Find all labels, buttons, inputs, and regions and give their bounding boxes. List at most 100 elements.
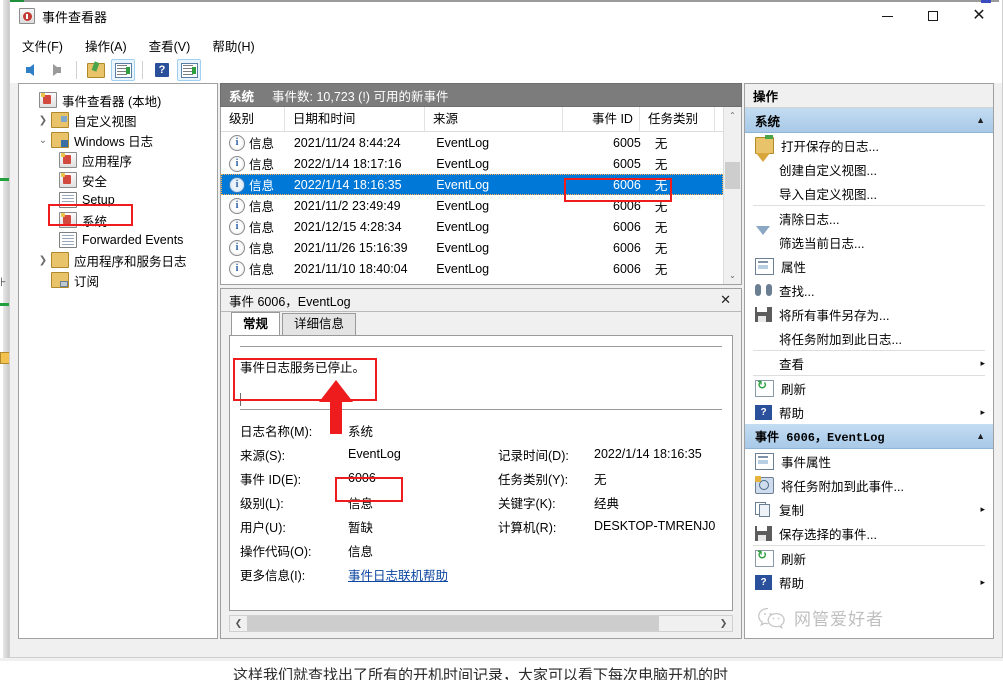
action-find[interactable]: 查找...	[745, 278, 993, 302]
tree-subscriptions[interactable]: 订阅	[19, 270, 217, 290]
cell-task: 无	[647, 196, 723, 215]
chevron-right-icon[interactable]: ❯	[35, 115, 51, 126]
action-label: 保存选择的事件...	[779, 524, 985, 543]
event-list-column-headers: 级别 日期和时间 来源 ⌃ 事件 ID 任务类别	[221, 107, 723, 132]
tree-forwarded-events[interactable]: Forwarded Events	[19, 230, 217, 250]
cell-event-id: 6005	[569, 157, 647, 171]
scroll-down-button[interactable]: ⌄	[724, 267, 741, 284]
tab-general[interactable]: 常规	[231, 312, 280, 335]
chevron-down-icon[interactable]: ⌄	[35, 135, 51, 146]
sort-ascending-icon: ⌃	[597, 107, 605, 130]
actions-group-event-header[interactable]: 事件 6006，EventLog ▲	[745, 424, 993, 449]
hscrollbar-thumb[interactable]	[247, 616, 659, 631]
submenu-arrow-icon: ▸	[980, 504, 985, 515]
action-label: 帮助	[779, 403, 980, 422]
scroll-left-button[interactable]: ❮	[230, 616, 247, 631]
cell-datetime: 2021/12/15 4:28:34	[286, 220, 428, 234]
forward-button[interactable]	[45, 59, 69, 81]
event-list-scrollbar[interactable]: ⌃ ⌄	[723, 107, 741, 284]
action-import-custom-view[interactable]: 导入自定义视图...	[745, 181, 993, 205]
show-hide-actions-button[interactable]	[177, 59, 201, 81]
table-row[interactable]: i信息 2022/1/14 18:17:16 EventLog 6005 无	[221, 153, 723, 174]
action-help-log[interactable]: ? 帮助 ▸	[745, 400, 993, 424]
scroll-right-button[interactable]: ❯	[715, 616, 732, 631]
table-row-selected[interactable]: i信息 2022/1/14 18:16:35 EventLog 6006 无	[221, 174, 723, 195]
action-copy[interactable]: 复制 ▸	[745, 497, 993, 521]
action-open-saved-log[interactable]: 打开保存的日志...	[745, 133, 993, 157]
menu-action[interactable]: 操作(A)	[85, 34, 138, 57]
tree-security-log[interactable]: 安全	[19, 170, 217, 190]
action-create-custom-view[interactable]: 创建自定义视图...	[745, 157, 993, 181]
column-header-task-category[interactable]: 任务类别	[640, 107, 715, 131]
properties-icon	[755, 453, 774, 470]
action-label: 查看	[779, 354, 980, 373]
action-refresh-event[interactable]: 刷新	[745, 546, 993, 570]
table-row[interactable]: i信息 2021/11/10 18:40:04 EventLog 6006 无	[221, 258, 723, 279]
field-value-logged: 2022/1/14 18:16:35	[594, 447, 722, 461]
action-help-event[interactable]: ? 帮助 ▸	[745, 570, 993, 594]
actions-title: 操作	[745, 84, 993, 108]
page-caption: 这样我们就查找出了所有的开机时间记录，大家可以看下每次电脑开机的时	[233, 664, 728, 680]
detail-horizontal-scrollbar[interactable]: ❮ ❯	[229, 615, 733, 632]
detail-close-icon[interactable]: ✕	[716, 292, 735, 308]
action-clear-log[interactable]: 清除日志...	[745, 206, 993, 230]
panel-left-icon	[115, 63, 132, 78]
column-header-filler	[715, 107, 723, 131]
scrollbar-thumb[interactable]	[725, 162, 740, 189]
find-icon	[755, 284, 772, 299]
event-log-online-help-link[interactable]: 事件日志联机帮助	[348, 565, 498, 584]
action-attach-task-to-event[interactable]: 将任务附加到此事件...	[745, 473, 993, 497]
action-view[interactable]: 查看 ▸	[745, 351, 993, 375]
submenu-arrow-icon: ▸	[980, 407, 985, 418]
tree-custom-views[interactable]: ❯ 自定义视图	[19, 110, 217, 130]
page-caption-area: 这样我们就查找出了所有的开机时间记录，大家可以看下每次电脑开机的时	[0, 658, 1003, 680]
cell-source: EventLog	[428, 241, 569, 255]
action-save-selected-events[interactable]: 保存选择的事件...	[745, 521, 993, 545]
action-filter-current-log[interactable]: 筛选当前日志...	[745, 230, 993, 254]
field-value-opcode: 信息	[348, 541, 498, 560]
console-tree-pane: 事件查看器 (本地) ❯ 自定义视图 ⌄ Windows 日志 应用程序	[18, 83, 218, 639]
titlebar: 事件查看器 ✕	[10, 0, 1002, 33]
tree-system-log[interactable]: 系统	[19, 210, 217, 230]
minimize-button[interactable]	[864, 0, 910, 32]
action-properties[interactable]: 属性	[745, 254, 993, 278]
column-header-datetime[interactable]: 日期和时间	[285, 107, 425, 131]
windows-logs-folder-icon	[51, 132, 69, 148]
collapse-up-icon[interactable]: ▲	[976, 431, 985, 441]
table-row[interactable]: i信息 2021/12/15 4:28:34 EventLog 6006 无	[221, 216, 723, 237]
help-button[interactable]: ?	[150, 59, 174, 81]
open-folder-button[interactable]	[84, 59, 108, 81]
tree-setup-log[interactable]: Setup	[19, 190, 217, 210]
menu-file[interactable]: 文件(F)	[22, 34, 74, 57]
action-attach-task-to-log[interactable]: 将任务附加到此日志...	[745, 326, 993, 350]
hscrollbar-track[interactable]	[247, 616, 715, 631]
table-row[interactable]: i信息 2021/11/26 15:16:39 EventLog 6006 无	[221, 237, 723, 258]
show-hide-tree-button[interactable]	[111, 59, 135, 81]
maximize-button[interactable]	[910, 0, 956, 32]
column-header-source[interactable]: 来源	[425, 107, 563, 131]
close-button[interactable]: ✕	[956, 0, 1002, 32]
table-row[interactable]: i信息 2021/11/24 8:44:24 EventLog 6005 无	[221, 132, 723, 153]
tree-app-service-logs[interactable]: ❯ 应用程序和服务日志	[19, 250, 217, 270]
menu-help[interactable]: 帮助(H)	[212, 34, 265, 57]
menu-view[interactable]: 查看(V)	[149, 34, 202, 57]
tree-windows-logs[interactable]: ⌄ Windows 日志	[19, 130, 217, 150]
cell-event-id: 6006	[569, 262, 647, 276]
action-event-properties[interactable]: 事件属性	[745, 449, 993, 473]
scroll-up-button[interactable]: ⌃	[724, 107, 741, 124]
column-header-event-id[interactable]: ⌃ 事件 ID	[563, 107, 640, 131]
field-label-computer: 计算机(R):	[498, 517, 594, 536]
tab-details[interactable]: 详细信息	[282, 313, 356, 335]
scrollbar-track[interactable]	[724, 124, 741, 267]
back-button[interactable]	[18, 59, 42, 81]
action-refresh-log[interactable]: 刷新	[745, 376, 993, 400]
tree-event-viewer-root[interactable]: 事件查看器 (本地)	[19, 90, 217, 110]
action-save-all-events-as[interactable]: 将所有事件另存为...	[745, 302, 993, 326]
tree-application-log[interactable]: 应用程序	[19, 150, 217, 170]
collapse-up-icon[interactable]: ▲	[976, 115, 985, 125]
field-row: 更多信息(I): 事件日志联机帮助	[240, 562, 722, 586]
actions-group-system-header[interactable]: 系统 ▲	[745, 108, 993, 133]
column-header-level[interactable]: 级别	[221, 107, 285, 131]
chevron-right-icon[interactable]: ❯	[35, 255, 51, 266]
table-row[interactable]: i信息 2021/11/2 23:49:49 EventLog 6006 无	[221, 195, 723, 216]
